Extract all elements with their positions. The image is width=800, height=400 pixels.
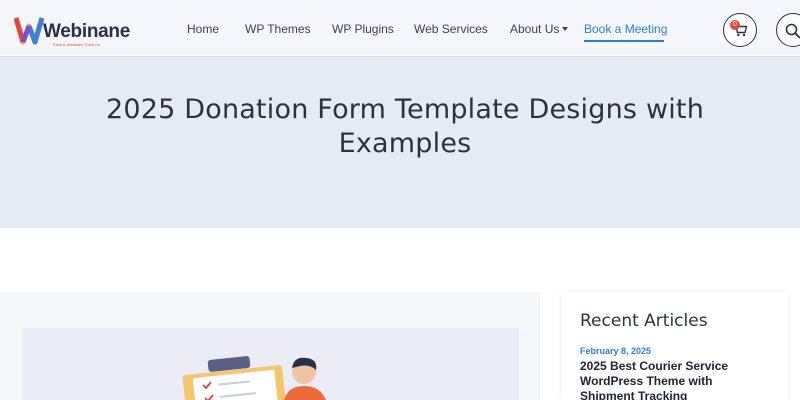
nav-item-about-us-label: About Us <box>510 22 560 36</box>
nav-item-about-us[interactable]: About Us <box>510 22 569 36</box>
search-icon <box>785 23 800 39</box>
page-title-line-1: 2025 Donation Form Template Designs with <box>105 94 705 125</box>
cart-count-badge: 0 <box>730 20 740 30</box>
nav-item-home[interactable]: Home <box>187 22 219 36</box>
article-date: February 8, 2025 <box>580 346 652 356</box>
nav-item-web-services[interactable]: Web Services <box>414 22 488 36</box>
active-nav-underline <box>584 40 664 42</box>
featured-image <box>22 328 519 400</box>
sidebar-title: Recent Articles <box>580 311 708 331</box>
donation-form-illustration <box>182 356 326 400</box>
site-header: Webinane Think & Websites Think Us Home … <box>0 0 800 55</box>
page-hero: 2025 Donation Form Template Designs with… <box>0 56 800 228</box>
search-button[interactable] <box>776 13 800 47</box>
nav-item-wp-plugins[interactable]: WP Plugins <box>332 22 394 36</box>
sidebar-recent-articles: Recent Articles February 8, 2025 2025 Be… <box>562 292 788 400</box>
chevron-down-icon <box>562 27 569 31</box>
nav-item-wp-themes[interactable]: WP Themes <box>245 22 311 36</box>
nav-item-book-meeting[interactable]: Book a Meeting <box>584 22 667 36</box>
logo-tagline: Think & Websites Think Us <box>52 42 100 47</box>
page-title: 2025 Donation Form Template Designs with… <box>100 93 710 161</box>
page-title-line-2: Examples <box>338 128 472 159</box>
cart-button[interactable]: 0 <box>723 13 757 47</box>
article-link[interactable]: 2025 Best Courier Service WordPress Them… <box>580 359 750 400</box>
logo-wordmark: Webinane <box>43 21 130 42</box>
site-logo[interactable]: Webinane Think & Websites Think Us <box>14 12 130 48</box>
